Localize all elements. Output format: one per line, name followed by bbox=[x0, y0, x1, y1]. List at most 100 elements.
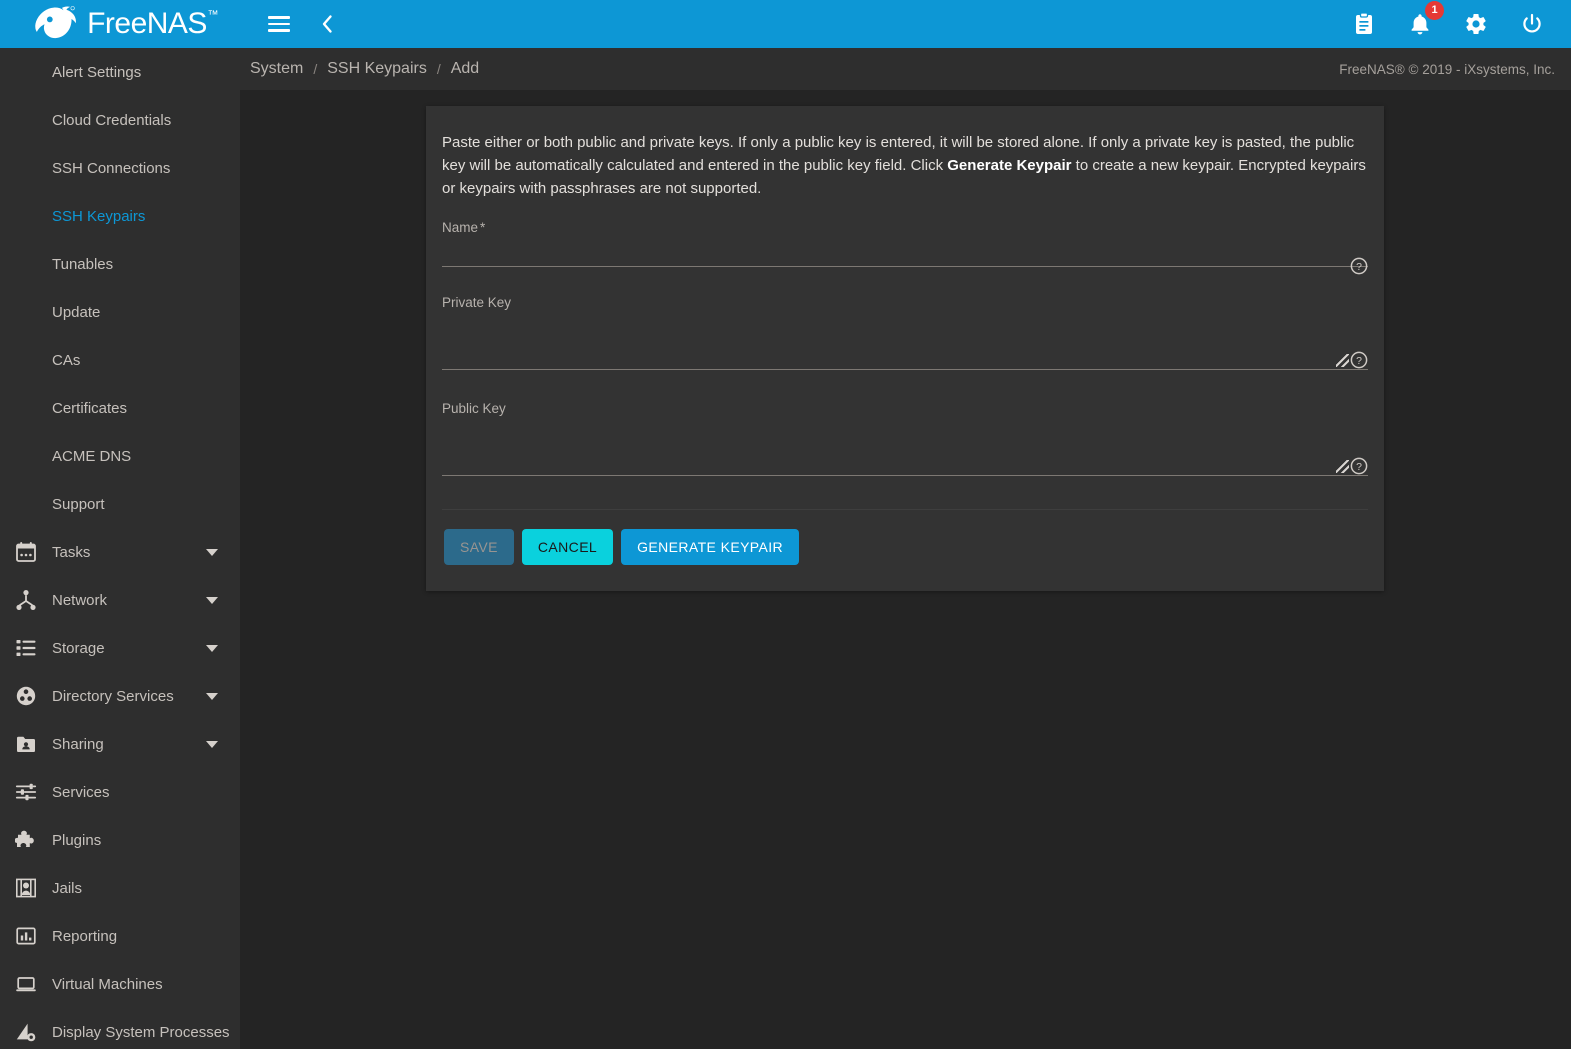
sidebar-nav: Alert Settings Cloud Credentials SSH Conne… bbox=[0, 48, 240, 1049]
sidebar-item-storage[interactable]: Storage bbox=[0, 624, 240, 672]
top-navigation-bar: FreeNAS ™ 1 bbox=[0, 0, 1571, 48]
sidebar-item-alert-settings[interactable]: Alert Settings bbox=[0, 48, 240, 96]
sidebar-item-services[interactable]: Services bbox=[0, 768, 240, 816]
storage-list-icon bbox=[14, 636, 38, 660]
sidebar-item-tasks[interactable]: Tasks bbox=[0, 528, 240, 576]
power-icon[interactable] bbox=[1517, 9, 1547, 39]
sidebar-item-label: Network bbox=[52, 591, 108, 609]
sidebar-item-cas[interactable]: CAs bbox=[0, 336, 240, 384]
sidebar-item-directory-services[interactable]: Directory Services bbox=[0, 672, 240, 720]
svg-text:?: ? bbox=[1356, 261, 1362, 273]
public-key-field-group: Public Key ? bbox=[442, 381, 1368, 491]
sidebar-item-sharing[interactable]: Sharing bbox=[0, 720, 240, 768]
sidebar-item-label: Tunables bbox=[52, 255, 114, 273]
directory-services-icon bbox=[14, 684, 38, 708]
sidebar-item-label: Storage bbox=[52, 639, 105, 657]
public-key-field-label: Public Key bbox=[442, 401, 506, 417]
form-description: Paste either or both public and private … bbox=[426, 106, 1384, 208]
sidebar-item-jails[interactable]: Jails bbox=[0, 864, 240, 912]
generate-keypair-button[interactable]: GENERATE KEYPAIR bbox=[621, 529, 800, 566]
sidebar-item-label: CAs bbox=[52, 351, 81, 369]
folder-shared-icon bbox=[14, 732, 38, 756]
sidebar-item-label: Directory Services bbox=[52, 687, 174, 705]
sidebar-item-support[interactable]: Support bbox=[0, 480, 240, 528]
main-content: Paste either or both public and private … bbox=[240, 90, 1571, 1049]
brand-logo[interactable]: FreeNAS ™ bbox=[0, 0, 240, 48]
bar-chart-icon bbox=[14, 924, 38, 948]
form-actions: SAVE CANCEL GENERATE KEYPAIR bbox=[426, 510, 1384, 591]
resize-grip-icon[interactable] bbox=[1336, 460, 1349, 474]
sidebar-item-label: Display System Processes bbox=[52, 1023, 230, 1041]
breadcrumb-separator: / bbox=[436, 61, 441, 77]
sidebar-item-label: ACME DNS bbox=[52, 447, 132, 465]
sidebar-item-display-system-processes[interactable]: Display System Processes bbox=[0, 1008, 240, 1049]
public-key-textarea[interactable] bbox=[442, 420, 1368, 477]
sidebar-item-ssh-connections[interactable]: SSH Connections bbox=[0, 144, 240, 192]
chevron-down-icon[interactable] bbox=[206, 644, 218, 652]
sidebar-item-certificates[interactable]: Certificates bbox=[0, 384, 240, 432]
tune-sliders-icon bbox=[14, 780, 38, 804]
chevron-down-icon[interactable] bbox=[206, 596, 218, 604]
description-bold-term: Generate Keypair bbox=[947, 156, 1072, 174]
resize-grip-icon[interactable] bbox=[1336, 354, 1349, 368]
sidebar-item-ssh-keypairs[interactable]: SSH Keypairs bbox=[0, 192, 240, 240]
sidebar-item-label: Virtual Machines bbox=[52, 975, 163, 993]
sidebar-item-label: Cloud Credentials bbox=[52, 111, 172, 129]
sidebar-item-reporting[interactable]: Reporting bbox=[0, 912, 240, 960]
help-circle-icon[interactable]: ? bbox=[1350, 257, 1368, 275]
chevron-down-icon[interactable] bbox=[206, 740, 218, 748]
sidebar-item-cloud-credentials[interactable]: Cloud Credentials bbox=[0, 96, 240, 144]
breadcrumb-item-add[interactable]: Add bbox=[451, 60, 479, 78]
sidebar-item-label: SSH Connections bbox=[52, 159, 171, 177]
help-circle-icon[interactable]: ? bbox=[1350, 351, 1368, 369]
sidebar-item-virtual-machines[interactable]: Virtual Machines bbox=[0, 960, 240, 1008]
sidebar-item-label: Reporting bbox=[52, 927, 118, 945]
name-input[interactable] bbox=[442, 239, 1368, 268]
bell-icon[interactable]: 1 bbox=[1405, 1, 1444, 39]
network-share-icon bbox=[14, 588, 38, 612]
sidebar-item-label: Plugins bbox=[52, 831, 102, 849]
sidebar-item-label: Sharing bbox=[52, 735, 104, 753]
private-key-textarea[interactable] bbox=[442, 314, 1368, 371]
gear-icon[interactable] bbox=[1461, 9, 1491, 39]
private-key-field-group: Private Key ? bbox=[442, 281, 1368, 381]
sidebar: Alert Settings Cloud Credentials SSH Conne… bbox=[0, 0, 240, 1049]
save-button[interactable]: SAVE bbox=[444, 529, 514, 566]
sidebar-item-tunables[interactable]: Tunables bbox=[0, 240, 240, 288]
copyright-text: FreeNAS® © 2019 - iXsystems, Inc. bbox=[1339, 61, 1555, 77]
sidebar-item-update[interactable]: Update bbox=[0, 288, 240, 336]
clipboard-icon[interactable] bbox=[1349, 9, 1379, 39]
jails-icon bbox=[14, 876, 38, 900]
chevron-left-icon[interactable] bbox=[312, 9, 342, 39]
chevron-down-icon[interactable] bbox=[206, 692, 218, 700]
breadcrumb-separator: / bbox=[313, 61, 318, 77]
breadcrumb-bar: System / SSH Keypairs / Add FreeNAS® © 2019 … bbox=[240, 48, 1571, 90]
form-fields: Name * ? Private Key ? Public Key ? bbox=[426, 208, 1384, 511]
help-circle-icon[interactable]: ? bbox=[1350, 457, 1368, 475]
ssh-keypair-form-card: Paste either or both public and private … bbox=[426, 106, 1384, 592]
calendar-icon bbox=[14, 540, 38, 564]
sidebar-item-label: Support bbox=[52, 495, 105, 513]
chevron-down-icon[interactable] bbox=[206, 548, 218, 556]
sidebar-item-plugins[interactable]: Plugins bbox=[0, 816, 240, 864]
breadcrumb-item-system[interactable]: System bbox=[250, 60, 303, 78]
name-field-label: Name * bbox=[442, 220, 486, 236]
sidebar-item-label: SSH Keypairs bbox=[52, 207, 146, 225]
sidebar-item-network[interactable]: Network bbox=[0, 576, 240, 624]
processes-icon bbox=[14, 1020, 38, 1044]
brand-name: FreeNAS ™ bbox=[87, 7, 218, 40]
sidebar-item-label: Alert Settings bbox=[52, 63, 142, 81]
sidebar-item-label: Services bbox=[52, 783, 110, 801]
sidebar-item-acme-dns[interactable]: ACME DNS bbox=[0, 432, 240, 480]
hamburger-icon[interactable] bbox=[264, 9, 294, 39]
sidebar-item-label: Certificates bbox=[52, 399, 128, 417]
trademark-symbol: ™ bbox=[207, 9, 218, 21]
private-key-field-label: Private Key bbox=[442, 295, 512, 311]
name-field-group: Name * ? bbox=[442, 216, 1368, 281]
notification-badge: 1 bbox=[1425, 1, 1444, 20]
puzzle-piece-icon bbox=[14, 828, 38, 852]
sidebar-item-label: Jails bbox=[52, 879, 83, 897]
cancel-button[interactable]: CANCEL bbox=[521, 529, 614, 566]
sidebar-item-label: Tasks bbox=[52, 543, 91, 561]
breadcrumb-item-ssh-keypairs[interactable]: SSH Keypairs bbox=[327, 60, 427, 78]
